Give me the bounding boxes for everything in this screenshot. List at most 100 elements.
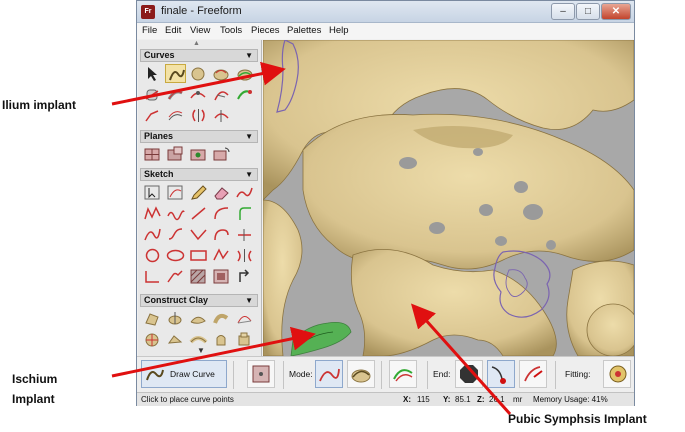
ellipse-icon[interactable]	[165, 246, 186, 265]
mode-surface-button[interactable]	[347, 360, 375, 388]
circle-icon[interactable]	[142, 246, 163, 265]
sketch-transform-icon[interactable]	[165, 183, 186, 202]
planes-dropdown-icon[interactable]: ▼	[245, 131, 253, 142]
menu-tools[interactable]: Tools	[220, 25, 242, 36]
offset-curve-icon[interactable]	[165, 106, 186, 125]
import-sketch-icon[interactable]	[234, 267, 255, 286]
shell-clay-icon[interactable]	[142, 330, 163, 349]
units-label: mr	[513, 395, 523, 404]
trim-curve-icon[interactable]	[211, 106, 232, 125]
rectangle-icon[interactable]	[188, 246, 209, 265]
minimize-button[interactable]: –	[551, 3, 575, 20]
extrude-clay-icon[interactable]	[142, 309, 163, 328]
hatch-icon[interactable]	[188, 267, 209, 286]
s-curve-icon[interactable]	[165, 225, 186, 244]
fillet-icon[interactable]	[165, 267, 186, 286]
dimension-icon[interactable]	[142, 267, 163, 286]
clay-blob-tool-icon[interactable]	[211, 64, 232, 83]
curves-dropdown-icon[interactable]: ▼	[245, 50, 253, 61]
construct-clay-tools	[142, 309, 256, 349]
mirror-curve-icon[interactable]	[188, 106, 209, 125]
arc-icon[interactable]	[211, 204, 232, 223]
line-curve-icon[interactable]	[142, 106, 163, 125]
wire-clay-icon[interactable]	[234, 309, 255, 328]
mirror-sketch-icon[interactable]	[234, 246, 255, 265]
menu-view[interactable]: View	[190, 25, 210, 36]
mode-freehand-button[interactable]	[315, 360, 343, 388]
menu-help[interactable]: Help	[329, 25, 349, 36]
close-button[interactable]: ✕	[601, 3, 631, 20]
maximize-button[interactable]: □	[576, 3, 600, 20]
freehand-curve-icon[interactable]	[234, 183, 255, 202]
project-curve-icon[interactable]	[211, 85, 232, 104]
wave-curve-icon[interactable]	[165, 204, 186, 223]
z-coord-label: Z:	[477, 395, 485, 404]
sketch-dropdown-icon[interactable]: ▼	[245, 169, 253, 180]
toolbar-divider	[233, 361, 234, 389]
toolbar-divider	[555, 361, 556, 389]
draw-curve-button[interactable]: Draw Curve	[141, 360, 227, 388]
palettes-panel: ▲ Curves ▼ Planes ▼ Sketch ▼ Construct C…	[138, 40, 262, 356]
planes-tools	[142, 145, 256, 164]
image-trace-icon[interactable]	[211, 267, 232, 286]
curves-palette-header[interactable]: Curves ▼	[140, 49, 258, 62]
status-hint: Click to place curve points	[141, 395, 234, 404]
sketch-palette-header[interactable]: Sketch ▼	[140, 168, 258, 181]
memory-usage: Memory Usage: 41%	[533, 395, 608, 404]
blend-clay-icon[interactable]	[165, 330, 186, 349]
menu-edit[interactable]: Edit	[165, 25, 181, 36]
curves-palette-title: Curves	[144, 50, 175, 60]
planes-palette-header[interactable]: Planes ▼	[140, 130, 258, 143]
end-closed-button[interactable]	[455, 360, 483, 388]
plane-point-icon[interactable]	[188, 145, 209, 164]
hook-curve-icon[interactable]	[211, 225, 232, 244]
fitting-button[interactable]	[603, 360, 631, 388]
more-tools-icon[interactable]: ▼	[197, 346, 205, 355]
3d-viewport[interactable]	[263, 40, 634, 356]
plane-move-icon[interactable]	[165, 145, 186, 164]
revolve-clay-icon[interactable]	[165, 309, 186, 328]
pelvis-model-render[interactable]	[263, 40, 634, 356]
plane-rotate-icon[interactable]	[211, 145, 232, 164]
x-coord-value: 115	[417, 395, 430, 404]
block-clay-icon[interactable]	[234, 330, 255, 349]
end-open-button[interactable]	[487, 360, 515, 388]
pencil-icon[interactable]	[188, 183, 209, 202]
figure-canvas: Fr finale - Freeform – □ ✕ File Edit Vie…	[0, 0, 685, 432]
mode-project-button[interactable]	[389, 360, 417, 388]
corner-icon[interactable]	[234, 204, 255, 223]
select-arrow-icon[interactable]	[142, 64, 163, 83]
v-curve-icon[interactable]	[188, 225, 209, 244]
menu-pieces[interactable]: Pieces	[251, 25, 280, 36]
bezier-icon[interactable]	[142, 225, 163, 244]
y-coord-label: Y:	[443, 395, 451, 404]
stamp-clay-icon[interactable]	[211, 330, 232, 349]
line-icon[interactable]	[188, 204, 209, 223]
pipe-curve-icon[interactable]	[165, 85, 186, 104]
trim-sketch-icon[interactable]	[234, 225, 255, 244]
loft-clay-icon[interactable]	[188, 309, 209, 328]
eraser-icon[interactable]	[211, 183, 232, 202]
curve-mode-icon	[319, 368, 340, 382]
sphere-tool-icon[interactable]	[188, 64, 209, 83]
menu-file[interactable]: File	[142, 25, 157, 36]
sweep-clay-icon[interactable]	[211, 309, 232, 328]
polygon-icon[interactable]	[211, 246, 232, 265]
menu-palettes[interactable]: Palettes	[287, 25, 321, 36]
plane-grid-icon[interactable]	[142, 145, 163, 164]
green-curve-icon[interactable]	[234, 85, 255, 104]
sketch-select-icon[interactable]	[142, 183, 163, 202]
spline-edit-icon[interactable]	[188, 85, 209, 104]
construct-clay-palette-header[interactable]: Construct Clay ▼	[140, 294, 258, 307]
construct-clay-dropdown-icon[interactable]: ▼	[245, 295, 253, 306]
zigzag-curve-icon[interactable]	[142, 204, 163, 223]
draw-curve-tool-icon[interactable]	[165, 64, 186, 83]
project-curve-mode-icon	[393, 369, 413, 382]
toolbar-divider	[381, 361, 382, 389]
menu-bar: File Edit View Tools Pieces Palettes Hel…	[137, 23, 634, 39]
collapse-up-icon[interactable]: ▲	[193, 40, 200, 47]
curve-plane-button[interactable]	[247, 360, 275, 388]
cylinder-curve-icon[interactable]	[142, 85, 163, 104]
end-snap-button[interactable]	[519, 360, 547, 388]
curve-on-surface-icon[interactable]	[234, 64, 255, 83]
